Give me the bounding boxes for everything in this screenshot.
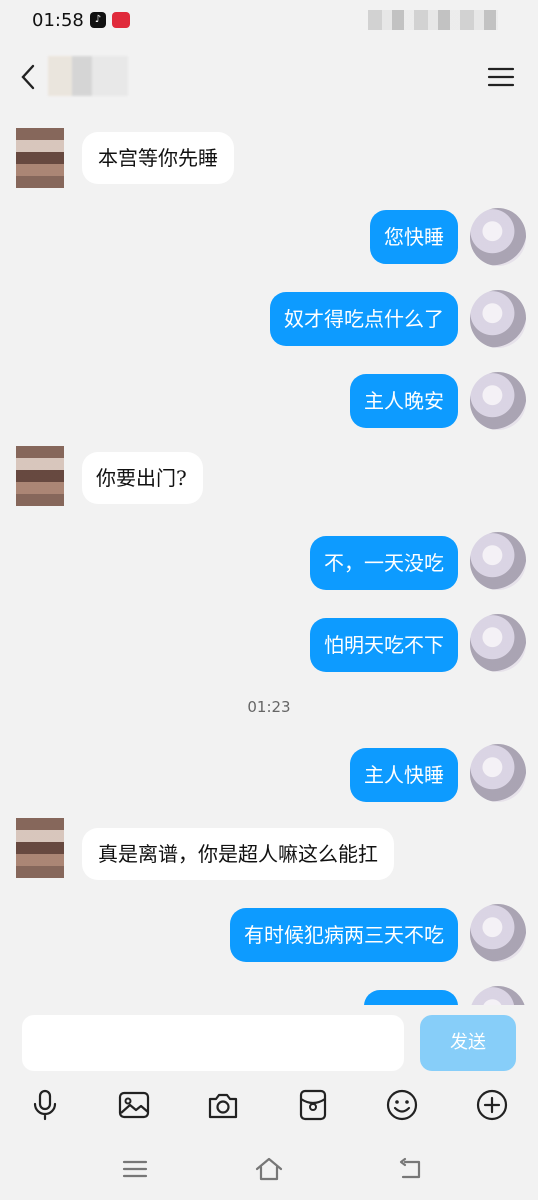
message-row: 您快睡 [0, 208, 538, 270]
my-avatar[interactable] [470, 290, 526, 348]
app-notification-icon [112, 12, 130, 28]
message-bubble-incoming[interactable]: 真是离谱，你是超人嘛这么能扛 [82, 828, 394, 880]
my-avatar[interactable] [470, 208, 526, 266]
contact-avatar[interactable] [16, 128, 64, 188]
status-icons-redacted [368, 10, 498, 30]
status-time: 01:58 [32, 10, 84, 31]
menu-icon[interactable] [486, 62, 516, 92]
message-bubble-outgoing[interactable]: 主人晚安 [350, 374, 458, 428]
message-list[interactable]: 本宫等你先睡 您快睡 奴才得吃点什么了 主人晚安 你要出门? 不，一天没吃 怕明… [0, 110, 538, 1005]
red-packet-icon[interactable] [296, 1088, 330, 1122]
message-timestamp: 01:23 [247, 698, 291, 716]
message-row [0, 986, 538, 1005]
input-toolbar [0, 1080, 538, 1134]
input-area: 发送 [0, 1005, 538, 1079]
contact-avatar[interactable] [16, 446, 64, 506]
contact-avatar[interactable] [16, 818, 64, 878]
send-button[interactable]: 发送 [420, 1015, 516, 1071]
message-bubble-outgoing[interactable]: 奴才得吃点什么了 [270, 292, 458, 346]
recent-apps-icon[interactable] [120, 1154, 150, 1184]
chat-header [0, 46, 538, 110]
message-bubble-outgoing[interactable]: 主人快睡 [350, 748, 458, 802]
my-avatar[interactable] [470, 986, 526, 1005]
message-row: 真是离谱，你是超人嘛这么能扛 [0, 818, 538, 882]
status-bar: 01:58 ♪ [0, 0, 538, 46]
message-bubble-outgoing[interactable]: 您快睡 [370, 210, 458, 264]
message-input[interactable] [22, 1015, 404, 1071]
image-icon[interactable] [117, 1088, 151, 1122]
message-row: 不，一天没吃 [0, 532, 538, 596]
message-bubble-incoming[interactable]: 你要出门? [82, 452, 203, 504]
back-icon[interactable] [396, 1154, 426, 1184]
contact-name-redacted [48, 56, 128, 96]
microphone-icon[interactable] [28, 1088, 62, 1122]
back-chevron-icon[interactable] [14, 62, 44, 92]
message-row: 本宫等你先睡 [0, 126, 538, 190]
my-avatar[interactable] [470, 372, 526, 430]
message-row: 怕明天吃不下 [0, 614, 538, 678]
message-bubble-outgoing[interactable]: 不，一天没吃 [310, 536, 458, 590]
home-icon[interactable] [254, 1154, 284, 1184]
message-bubble-outgoing[interactable] [364, 990, 458, 1005]
tiktok-notification-icon: ♪ [90, 12, 106, 28]
message-row: 主人快睡 [0, 744, 538, 808]
message-row: 主人晚安 [0, 372, 538, 434]
my-avatar[interactable] [470, 744, 526, 802]
message-row: 你要出门? [0, 446, 538, 510]
my-avatar[interactable] [470, 614, 526, 672]
system-navigation-bar [0, 1138, 538, 1200]
message-bubble-outgoing[interactable]: 有时候犯病两三天不吃 [230, 908, 458, 962]
plus-icon[interactable] [475, 1088, 509, 1122]
emoji-icon[interactable] [385, 1088, 419, 1122]
message-row: 奴才得吃点什么了 [0, 290, 538, 352]
my-avatar[interactable] [470, 532, 526, 590]
my-avatar[interactable] [470, 904, 526, 962]
message-bubble-outgoing[interactable]: 怕明天吃不下 [310, 618, 458, 672]
message-bubble-incoming[interactable]: 本宫等你先睡 [82, 132, 234, 184]
camera-icon[interactable] [206, 1088, 240, 1122]
message-row: 有时候犯病两三天不吃 [0, 904, 538, 968]
